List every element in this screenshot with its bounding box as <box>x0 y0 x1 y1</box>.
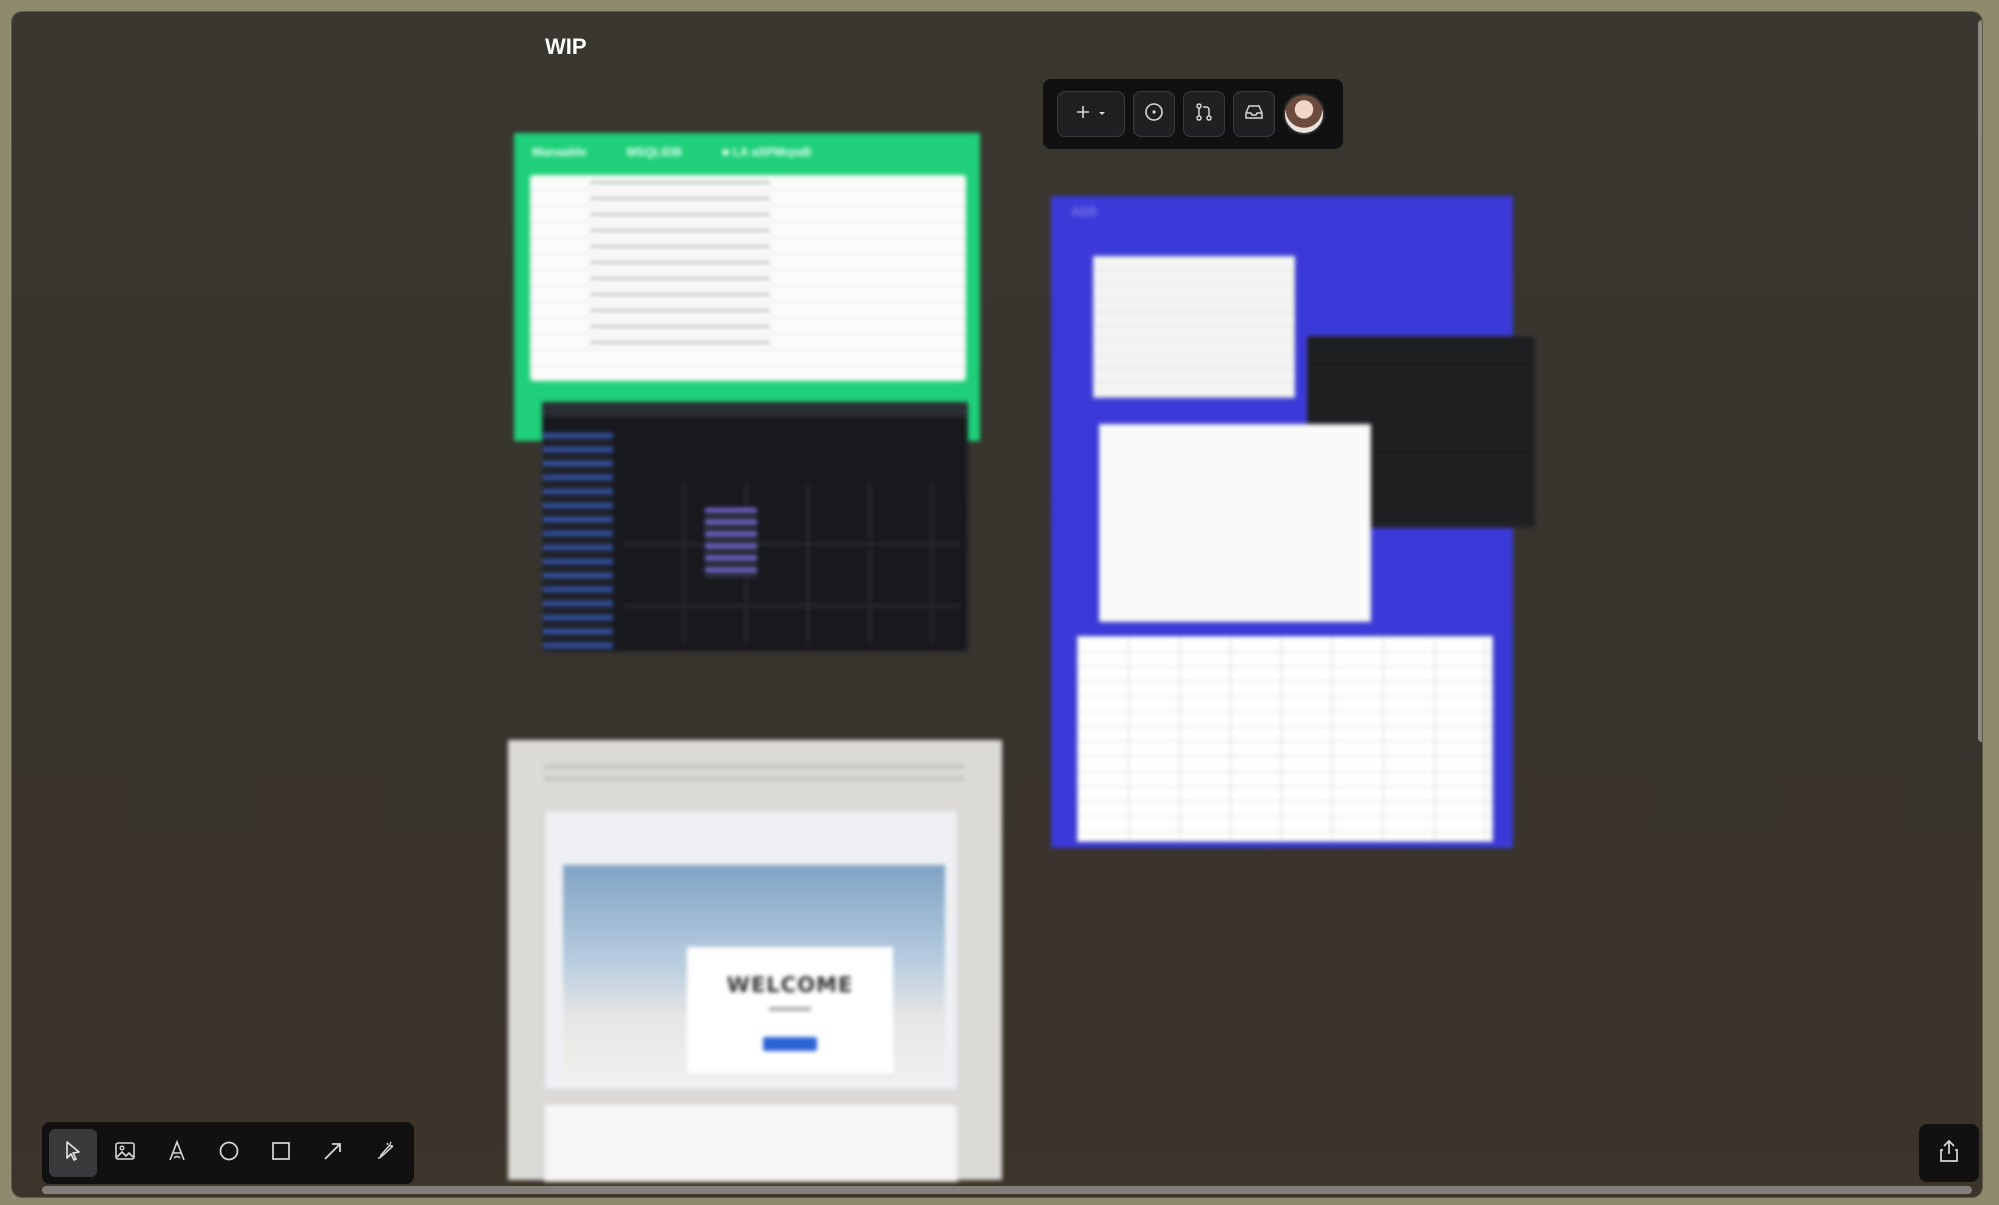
table-screenshot <box>1077 636 1493 842</box>
frame-caption <box>544 764 964 786</box>
top-toolbar <box>1043 79 1343 149</box>
canvas-frame-green[interactable]: Manaable MSQLIDB ■ LA aSPMrpaB <box>514 133 980 441</box>
image-icon <box>113 1139 137 1168</box>
text-tool[interactable] <box>153 1129 201 1177</box>
drawing-toolbar <box>42 1122 414 1184</box>
frame-header-item: ■ LA aSPMrpaB <box>722 145 812 159</box>
circle-dot-icon <box>1143 101 1165 128</box>
canvas-frame-blue[interactable]: ABB <box>1051 196 1535 848</box>
screenshot-sidebar <box>543 433 613 651</box>
select-tool[interactable] <box>49 1129 97 1177</box>
dark-app-screenshot[interactable] <box>542 402 968 652</box>
circle-icon <box>217 1139 241 1168</box>
issues-button[interactable] <box>1133 91 1175 137</box>
pointer-icon <box>61 1139 85 1168</box>
image-tool[interactable] <box>101 1129 149 1177</box>
welcome-subtext <box>769 1007 811 1011</box>
screenshot-topbar <box>543 403 967 417</box>
vertical-scrollbar[interactable] <box>1978 20 1982 742</box>
add-icon <box>1075 104 1091 125</box>
frame-header-item: MSQLIDB <box>626 145 683 159</box>
share-button[interactable] <box>1919 1124 1979 1182</box>
screenshot-grid <box>623 483 961 643</box>
add-button[interactable] <box>1057 91 1125 137</box>
avatar[interactable] <box>1283 93 1325 135</box>
browser-screenshot-2 <box>544 1104 958 1182</box>
board-title[interactable]: WIP <box>545 34 587 60</box>
brush-icon <box>373 1139 397 1168</box>
spreadsheet-screenshot <box>530 175 966 381</box>
chevron-down-icon <box>1097 105 1107 123</box>
welcome-card: WELCOME <box>687 947 893 1073</box>
form-screenshot <box>1099 424 1371 622</box>
app-window: WIP Manaable MSQLIDB ■ LA aSPMrpaB ABB W… <box>12 12 1982 1197</box>
share-icon <box>1936 1138 1962 1169</box>
welcome-text: WELCOME <box>726 973 854 997</box>
text-icon <box>165 1139 189 1168</box>
browser-screenshot: WELCOME <box>544 810 958 1090</box>
welcome-button <box>763 1037 817 1051</box>
frame-label: ABB <box>1071 204 1098 219</box>
rectangle-icon <box>269 1139 293 1168</box>
canvas-frame-gray[interactable]: WELCOME <box>508 740 1002 1182</box>
git-pull-request-icon <box>1193 101 1215 128</box>
inbox-icon <box>1243 101 1265 128</box>
brush-tool[interactable] <box>361 1129 409 1177</box>
frame-header: Manaable MSQLIDB ■ LA aSPMrpaB <box>532 145 812 159</box>
inbox-button[interactable] <box>1233 91 1275 137</box>
arrow-icon <box>321 1139 345 1168</box>
document-screenshot <box>1093 256 1295 398</box>
frame-header-item: Manaable <box>532 145 587 159</box>
ellipse-tool[interactable] <box>205 1129 253 1177</box>
screenshot-card <box>705 508 757 578</box>
arrow-tool[interactable] <box>309 1129 357 1177</box>
rectangle-tool[interactable] <box>257 1129 305 1177</box>
horizontal-scrollbar[interactable] <box>42 1186 1972 1194</box>
pull-requests-button[interactable] <box>1183 91 1225 137</box>
